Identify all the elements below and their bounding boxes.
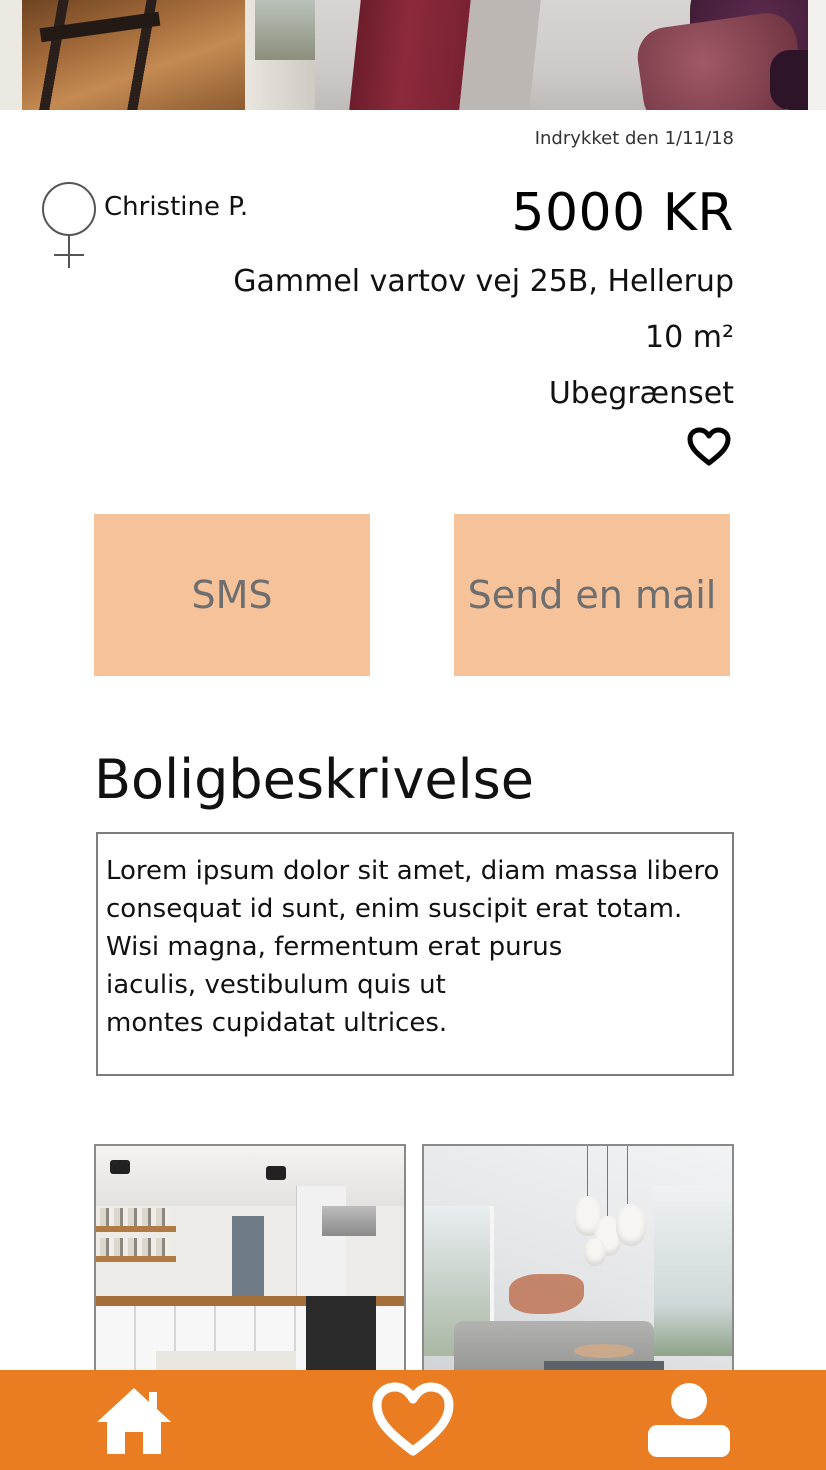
listing-area: 10 m²	[645, 320, 734, 355]
favorite-button[interactable]	[686, 426, 732, 468]
heart-outline-icon	[372, 1382, 454, 1456]
female-symbol-icon	[40, 182, 98, 270]
heart-outline-icon	[687, 427, 731, 466]
photo-living-room[interactable]	[422, 1144, 734, 1384]
bottom-nav	[0, 1370, 826, 1470]
nav-favorites-button[interactable]	[368, 1378, 458, 1462]
description-line: consequat id sunt, enim suscipit erat to…	[106, 894, 683, 924]
description-line: iaculis, vestibulum quis ut	[106, 970, 446, 1000]
listing-price: 5000 KR	[511, 183, 734, 243]
description-box: Lorem ipsum dolor sit amet, diam massa l…	[96, 832, 734, 1076]
home-icon	[97, 1388, 171, 1454]
sms-button[interactable]: SMS	[94, 514, 370, 676]
hero-photo-bedroom	[0, 0, 826, 110]
posted-date: Indrykket den 1/11/18	[534, 128, 734, 149]
rental-period: Ubegrænset	[548, 376, 734, 411]
nav-home-button[interactable]	[92, 1378, 176, 1462]
nav-profile-button[interactable]	[644, 1378, 734, 1462]
description-title: Boligbeskrivelse	[94, 748, 535, 811]
description-line: Wisi magna, fermentum erat purus	[106, 932, 563, 962]
send-mail-button[interactable]: Send en mail	[454, 514, 730, 676]
photo-kitchen[interactable]	[94, 1144, 406, 1384]
user-icon	[648, 1383, 730, 1457]
description-line: Lorem ipsum dolor sit amet, diam massa l…	[106, 856, 720, 886]
description-line: montes cupidatat ultrices.	[106, 1008, 448, 1038]
listing-address: Gammel vartov vej 25B, Hellerup	[233, 264, 734, 299]
owner-name[interactable]: Christine P.	[104, 192, 248, 222]
